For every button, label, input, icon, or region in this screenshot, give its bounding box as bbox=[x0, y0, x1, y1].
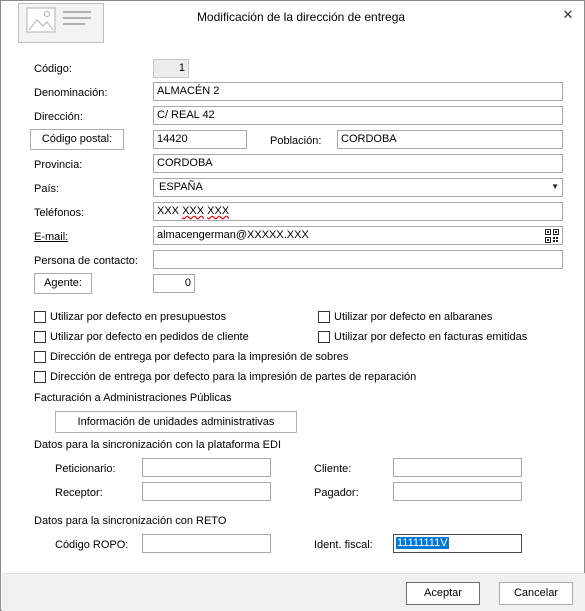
administraciones-heading: Facturación a Administraciones Públicas bbox=[34, 392, 232, 404]
reto-heading: Datos para la sincronización con RETO bbox=[34, 515, 227, 527]
checkbox-sobres[interactable] bbox=[34, 351, 46, 363]
codigo-label: Código: bbox=[34, 63, 72, 75]
poblacion-label: Población: bbox=[270, 135, 322, 147]
codigo-postal-button[interactable]: Código postal: bbox=[30, 129, 124, 150]
denominacion-field[interactable]: ALMACÉN 2 bbox=[153, 82, 563, 101]
checkbox-albaranes[interactable] bbox=[318, 311, 330, 323]
agente-button[interactable]: Agente: bbox=[34, 273, 92, 294]
telefonos-field[interactable]: XXX XXX XXX bbox=[153, 202, 563, 221]
dialog-window: Modificación de la dirección de entrega … bbox=[0, 0, 585, 611]
pagador-field[interactable] bbox=[393, 482, 522, 501]
poblacion-field[interactable]: CORDOBA bbox=[337, 130, 563, 149]
checkbox-label: Utilizar por defecto en facturas emitida… bbox=[334, 331, 528, 343]
telefono-part: XXX bbox=[182, 205, 205, 217]
agente-field[interactable]: 0 bbox=[153, 274, 195, 293]
pais-value: ESPAÑA bbox=[159, 181, 203, 193]
telefono-part: XXX bbox=[157, 205, 180, 217]
cliente-field[interactable] bbox=[393, 458, 522, 477]
pais-label: País: bbox=[34, 183, 60, 195]
checkbox-label: Dirección de entrega por defecto para la… bbox=[50, 351, 349, 363]
chevron-down-icon[interactable]: ▼ bbox=[551, 182, 559, 191]
checkbox-label: Dirección de entrega por defecto para la… bbox=[50, 371, 417, 383]
address-card-icon bbox=[18, 3, 104, 43]
ident-fiscal-label: Ident. fiscal: bbox=[314, 539, 373, 551]
peticionario-field[interactable] bbox=[142, 458, 271, 477]
cancelar-button[interactable]: Cancelar bbox=[499, 582, 573, 605]
checkbox-facturas[interactable] bbox=[318, 331, 330, 343]
unidades-administrativas-button[interactable]: Información de unidades administrativas bbox=[55, 411, 297, 433]
codigo-ropo-field[interactable] bbox=[142, 534, 271, 553]
checkbox-pedidos[interactable] bbox=[34, 331, 46, 343]
codigo-postal-field[interactable]: 14420 bbox=[153, 130, 247, 149]
pagador-label: Pagador: bbox=[314, 487, 359, 499]
denominacion-label: Denominación: bbox=[34, 87, 108, 99]
checkbox-label: Utilizar por defecto en presupuestos bbox=[50, 311, 227, 323]
receptor-label: Receptor: bbox=[55, 487, 103, 499]
checkbox-label: Utilizar por defecto en albaranes bbox=[334, 311, 493, 323]
ident-fiscal-field[interactable]: 11111111V bbox=[393, 534, 522, 553]
codigo-field[interactable]: 1 bbox=[153, 59, 189, 78]
persona-contacto-label: Persona de contacto: bbox=[34, 255, 138, 267]
pais-select[interactable]: ESPAÑA ▼ bbox=[153, 178, 563, 197]
qr-code-icon[interactable] bbox=[545, 229, 559, 243]
checkbox-partes-reparacion[interactable] bbox=[34, 371, 46, 383]
provincia-field[interactable]: CORDOBA bbox=[153, 154, 563, 173]
aceptar-button[interactable]: Aceptar bbox=[406, 582, 480, 605]
codigo-ropo-label: Código ROPO: bbox=[55, 539, 129, 551]
persona-contacto-field[interactable] bbox=[153, 250, 563, 269]
dialog-footer: Aceptar Cancelar bbox=[2, 573, 585, 611]
edi-heading: Datos para la sincronización con la plat… bbox=[34, 439, 282, 451]
direccion-label: Dirección: bbox=[34, 111, 83, 123]
checkbox-presupuestos[interactable] bbox=[34, 311, 46, 323]
email-value: almacengerman@XXXXX.XXX bbox=[157, 229, 309, 241]
cliente-label: Cliente: bbox=[314, 463, 352, 475]
direccion-field[interactable]: C/ REAL 42 bbox=[153, 106, 563, 125]
email-field[interactable]: almacengerman@XXXXX.XXX bbox=[153, 226, 563, 245]
telefonos-label: Teléfonos: bbox=[34, 207, 85, 219]
receptor-field[interactable] bbox=[142, 482, 271, 501]
close-icon[interactable]: ✕ bbox=[560, 7, 576, 23]
ident-fiscal-value: 11111111V bbox=[396, 537, 449, 549]
peticionario-label: Peticionario: bbox=[55, 463, 116, 475]
email-label[interactable]: E-mail: bbox=[34, 231, 68, 243]
telefono-part: XXX bbox=[207, 205, 230, 217]
checkbox-label: Utilizar por defecto en pedidos de clien… bbox=[50, 331, 249, 343]
provincia-label: Provincia: bbox=[34, 159, 83, 171]
